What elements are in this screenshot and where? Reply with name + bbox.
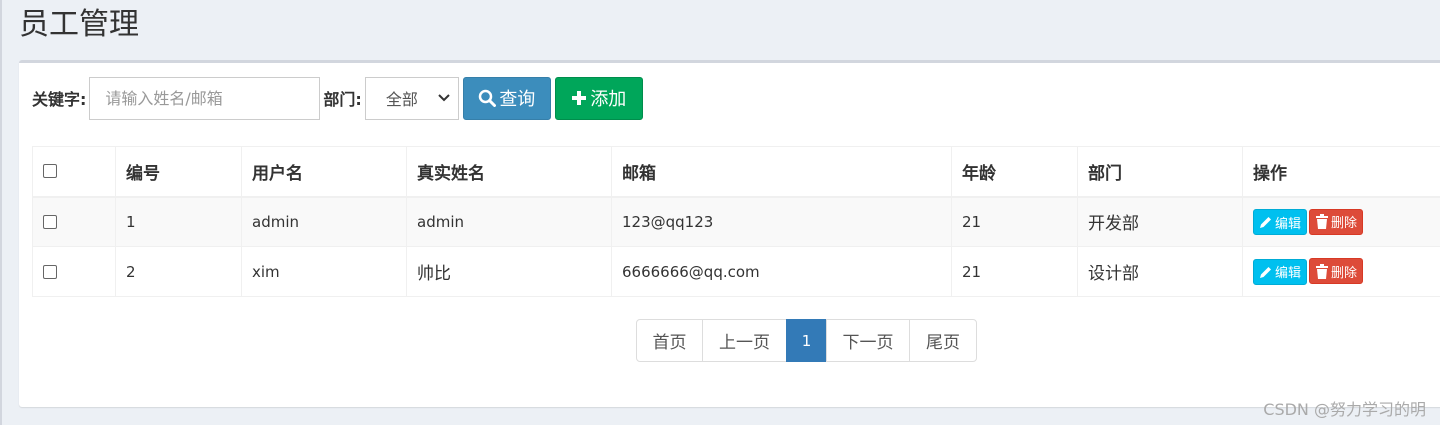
col-actions: 操作 [1242,146,1440,198]
row-select-cell [32,196,116,247]
col-username: 用户名 [241,146,407,198]
dept-select-value: 全部 [385,90,418,109]
page-next-button[interactable]: 下一页 [826,319,910,362]
delete-button[interactable]: 删除 [1309,258,1364,285]
pencil-icon [1260,266,1271,278]
cell-id: 1 [115,196,242,247]
keyword-label: 关键字: [32,90,87,109]
edit-button-label: 编辑 [1275,266,1302,282]
cell-email: 123@qq123 [611,196,952,247]
edit-button[interactable]: 编辑 [1253,258,1308,285]
cell-username: xim [241,246,407,297]
cell-age: 21 [951,196,1078,247]
col-age: 年龄 [951,146,1078,198]
cell-dept: 开发部 [1077,196,1243,247]
delete-button-label: 删除 [1331,216,1358,231]
trash-icon [1316,263,1329,279]
edit-button-label: 编辑 [1275,216,1302,232]
pencil-icon [1260,217,1271,228]
row-checkbox[interactable] [43,265,57,279]
filter-toolbar: 关键字: 部门: 全部 查询 添加 [32,76,647,120]
content-box: 关键字: 部门: 全部 查询 添加 编号 用户名 真实姓名 邮箱 年龄 [19,60,1440,407]
cell-realname: 帅比 [406,246,612,297]
page-first-button[interactable]: 首页 [636,319,703,362]
select-all-checkbox[interactable] [43,164,57,179]
page-last-button[interactable]: 尾页 [909,319,977,362]
col-id: 编号 [115,146,242,198]
add-button-label: 添加 [590,89,627,110]
dept-label: 部门: [323,90,362,109]
cell-realname: admin [406,196,612,247]
row-checkbox[interactable] [43,215,57,230]
cell-actions: 编辑 删除 [1242,196,1440,247]
col-email: 邮箱 [611,146,952,198]
left-border [0,0,2,425]
page-prev-button[interactable]: 上一页 [702,319,787,362]
add-button[interactable]: 添加 [554,76,643,120]
cell-dept: 设计部 [1077,246,1243,297]
keyword-input[interactable] [89,76,321,120]
chevron-down-icon [438,91,450,105]
page-current-button[interactable]: 1 [786,319,827,362]
table-row: 2 xim 帅比 6666666@qq.com 21 设计部 编辑 删除 [32,246,1440,297]
dept-select[interactable]: 全部 [364,76,459,120]
select-all-cell [32,146,116,198]
page-title: 员工管理 [19,7,139,42]
search-button-label: 查询 [499,89,536,110]
trash-icon [1316,214,1329,229]
cell-id: 2 [115,246,242,297]
table-row: 1 admin admin 123@qq123 21 开发部 编辑 删除 [32,196,1440,247]
employee-table: 编号 用户名 真实姓名 邮箱 年龄 部门 操作 1 admin admin 12… [32,146,1440,297]
col-realname: 真实姓名 [406,146,612,198]
cell-age: 21 [951,246,1078,297]
search-button[interactable]: 查询 [462,76,551,120]
plus-icon [572,91,587,105]
delete-button-label: 删除 [1331,265,1358,281]
cell-email: 6666666@qq.com [611,246,952,297]
search-icon [479,89,497,107]
row-select-cell [32,246,116,297]
watermark: CSDN @努力学习的明 [1263,400,1426,419]
cell-actions: 编辑 删除 [1242,246,1440,297]
col-dept: 部门 [1077,146,1243,198]
cell-username: admin [241,196,407,247]
delete-button[interactable]: 删除 [1309,208,1364,235]
edit-button[interactable]: 编辑 [1253,209,1308,235]
table-header-row: 编号 用户名 真实姓名 邮箱 年龄 部门 操作 [32,146,1440,198]
pagination: 首页 上一页 1 下一页 尾页 [636,319,977,362]
